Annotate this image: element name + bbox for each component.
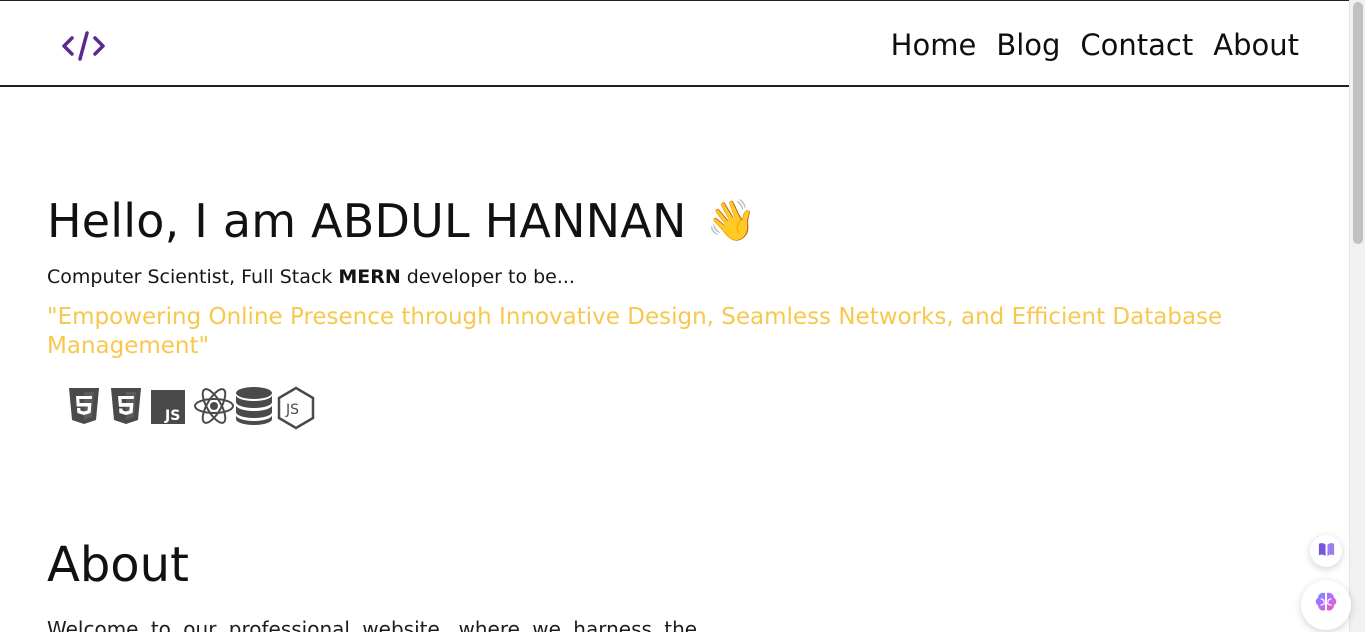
- waving-hand-icon: 👋: [706, 198, 757, 244]
- subtitle-prefix: Computer Scientist, Full Stack: [47, 266, 339, 288]
- database-icon: [234, 386, 272, 426]
- code-logo-icon[interactable]: [62, 30, 106, 62]
- svg-text:JS: JS: [164, 408, 180, 424]
- hero-heading: Hello, I am ABDUL HANNAN 👋: [47, 193, 1307, 249]
- nav-contact-link[interactable]: Contact: [1080, 26, 1193, 64]
- hero-subtitle: Computer Scientist, Full Stack MERN deve…: [47, 263, 1307, 291]
- hero-title-text: Hello, I am ABDUL HANNAN: [47, 194, 687, 248]
- reader-mode-button[interactable]: [1310, 535, 1342, 567]
- hero-tagline: "Empowering Online Presence through Inno…: [47, 304, 1223, 359]
- about-section: About Welcome to our professional websit…: [47, 537, 698, 632]
- svg-text:JS: JS: [285, 402, 299, 418]
- hero-section: Hello, I am ABDUL HANNAN 👋 Computer Scie…: [47, 193, 1307, 430]
- main-navigation: Home Blog Contact About: [891, 26, 1299, 64]
- vertical-scrollbar[interactable]: [1349, 0, 1365, 632]
- brain-icon: [1313, 590, 1339, 620]
- browser-viewport: Home Blog Contact About Hello, I am ABDU…: [0, 0, 1365, 632]
- about-heading: About: [47, 537, 189, 593]
- nodejs-icon: JS: [276, 386, 315, 430]
- nav-home-link[interactable]: Home: [891, 26, 977, 64]
- html5-icon: [66, 386, 102, 426]
- javascript-icon: JS: [150, 386, 186, 426]
- react-icon: [192, 386, 234, 426]
- navbar: Home Blog Contact About: [0, 1, 1349, 87]
- portfolio-page: Home Blog Contact About Hello, I am ABDU…: [0, 0, 1349, 632]
- nav-about-link[interactable]: About: [1213, 26, 1299, 64]
- book-icon: [1317, 540, 1336, 563]
- nav-blog-link[interactable]: Blog: [996, 26, 1060, 64]
- subtitle-mern: MERN: [338, 266, 401, 288]
- scrollbar-thumb[interactable]: [1353, 2, 1363, 244]
- subtitle-suffix: developer to be...: [400, 266, 575, 288]
- ai-assistant-button[interactable]: [1301, 580, 1351, 630]
- css3-icon: [108, 386, 144, 426]
- about-paragraph: Welcome to our professional website, whe…: [47, 617, 698, 632]
- tech-stack-icons: JS JS: [66, 386, 1307, 430]
